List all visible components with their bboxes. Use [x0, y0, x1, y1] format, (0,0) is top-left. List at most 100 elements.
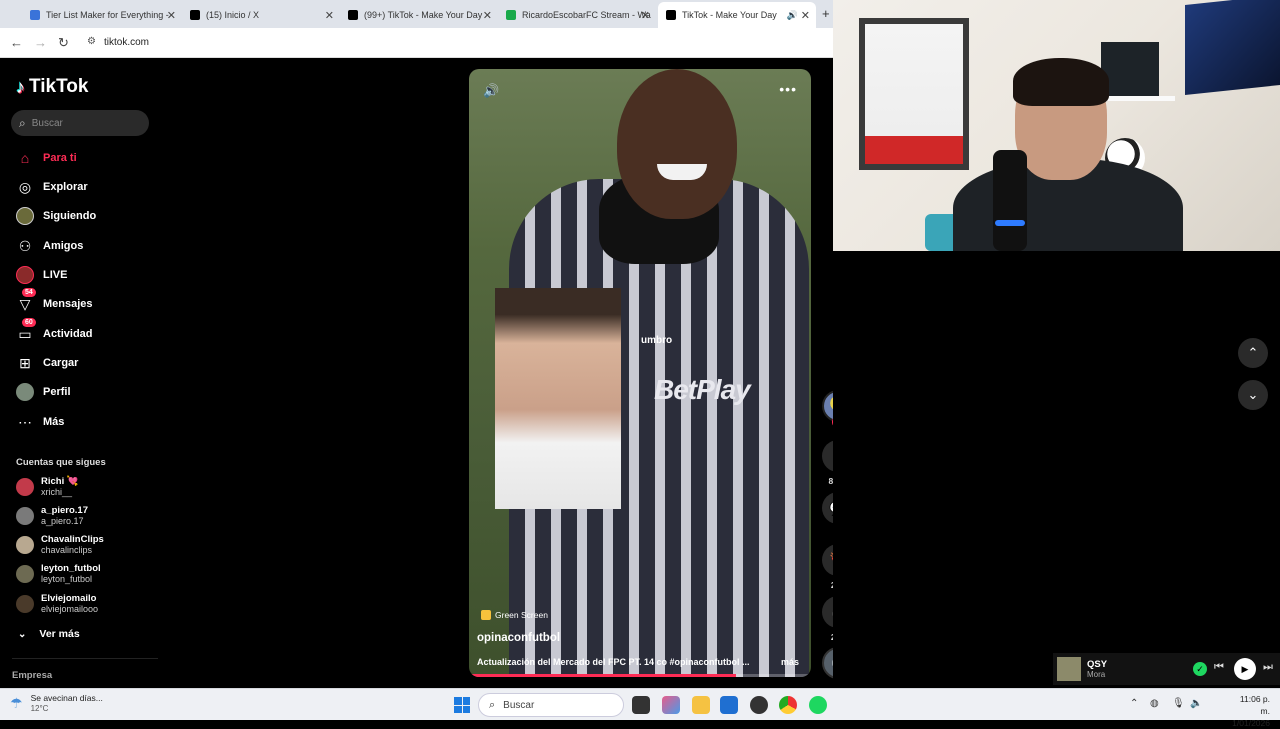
previous-video-button[interactable]: ⌃: [1238, 338, 1268, 368]
nav-amigos[interactable]: ⚇ Amigos: [16, 236, 84, 256]
see-more-button[interactable]: ⌄ Ver más: [18, 628, 80, 640]
copilot-icon[interactable]: [662, 696, 680, 714]
clock-date: 1/01/2026: [1232, 718, 1270, 728]
nav-live[interactable]: LIVE: [16, 265, 67, 285]
address-bar: ← → ↻ ⚙ tiktok.com: [0, 28, 833, 58]
effect-tag[interactable]: Green Screen: [481, 610, 548, 620]
chevron-down-icon: ⌄: [1247, 387, 1259, 402]
taskbar-search-placeholder: Buscar: [503, 699, 535, 711]
browser-tab[interactable]: (15) Inicio / X ✕: [182, 4, 340, 26]
next-video-button[interactable]: ⌄: [1238, 380, 1268, 410]
shirt-brand-text: umbro: [641, 335, 673, 346]
store-icon[interactable]: [720, 696, 738, 714]
forward-icon[interactable]: →: [34, 35, 47, 50]
network-icon[interactable]: ◍: [1150, 698, 1159, 709]
company-link[interactable]: Empresa: [12, 670, 52, 681]
avatar: [16, 507, 34, 525]
following-account[interactable]: leyton_futbol leyton_futbol: [16, 563, 101, 585]
tab-favicon-icon: [30, 10, 40, 20]
reload-icon[interactable]: ↻: [58, 35, 69, 51]
nav-cargar[interactable]: ⊞ Cargar: [16, 353, 78, 373]
tab-title: (15) Inicio / X: [206, 10, 260, 20]
browser-tab[interactable]: RicardoEscobarFC Stream - Wa ✕: [498, 4, 656, 26]
microphone-icon[interactable]: 🎙: [1172, 698, 1185, 709]
nav-actividad[interactable]: ▭ 60 Actividad: [16, 318, 93, 344]
nav-para-ti[interactable]: ⌂ Para ti: [16, 148, 77, 168]
video-author[interactable]: opinaconfutbol: [477, 632, 560, 644]
tray-chevron-icon[interactable]: ⌃: [1130, 698, 1138, 709]
tiktok-logo-icon: ♪: [16, 76, 25, 97]
webcam-overlay: [833, 0, 1280, 251]
following-account[interactable]: ChavalinClips chavalinclips: [16, 534, 104, 556]
back-icon[interactable]: ←: [10, 35, 23, 50]
more-description-button[interactable]: más: [781, 657, 799, 667]
nav-label: Mensajes: [43, 298, 93, 310]
browser-tab[interactable]: (99+) TikTok - Make Your Day ✕: [340, 4, 498, 26]
nav-explorar[interactable]: ◎ Explorar: [16, 177, 88, 197]
video-frame-player-head: [617, 69, 737, 219]
previous-track-icon[interactable]: ⏮: [1214, 661, 1224, 674]
browser-tab[interactable]: Tier List Maker for Everything - ✕: [22, 4, 182, 26]
system-clock[interactable]: 11:06 p. m. 1/01/2026: [1230, 693, 1270, 729]
url-field[interactable]: tiktok.com: [104, 37, 149, 48]
nav-siguiendo[interactable]: Siguiendo: [16, 206, 96, 226]
profile-avatar-icon: [16, 383, 34, 401]
close-tab-icon[interactable]: ✕: [801, 9, 810, 22]
temperature: 12°C: [30, 704, 49, 713]
file-explorer-icon[interactable]: [692, 696, 710, 714]
nav-mensajes[interactable]: ▽ 54 Mensajes: [16, 288, 93, 314]
account-name: leyton_futbol: [41, 563, 101, 574]
liked-check-icon[interactable]: ✓: [1193, 662, 1207, 676]
app-icon[interactable]: [750, 696, 768, 714]
account-name: Richi 💘: [41, 476, 79, 487]
account-name: Elviejomailo: [41, 593, 97, 604]
logo-text: TikTok: [29, 76, 89, 97]
volume-icon[interactable]: 🔊: [483, 83, 499, 99]
effect-label: Green Screen: [495, 610, 548, 620]
task-view-icon[interactable]: [632, 696, 650, 714]
nav-label: Cargar: [43, 357, 79, 369]
compass-icon: ◎: [18, 178, 32, 195]
play-button[interactable]: ▶: [1234, 658, 1256, 680]
close-tab-icon[interactable]: ✕: [483, 9, 492, 22]
sidebar: ♪ TikTok ⌕ Buscar ⌂ Para ti ◎ Explorar S…: [0, 58, 160, 688]
weather-widget[interactable]: ☂ Se avecinan días... 12°C: [10, 693, 103, 714]
volume-icon[interactable]: 🔈: [1190, 698, 1202, 709]
tab-title: TikTok - Make Your Day: [682, 10, 777, 20]
track-title: QSY: [1087, 658, 1108, 670]
following-section-title: Cuentas que sigues: [16, 457, 106, 468]
windows-start-icon[interactable]: [454, 697, 470, 713]
video-progress-fill: [469, 674, 736, 677]
close-tab-icon[interactable]: ✕: [325, 9, 334, 22]
nav-perfil[interactable]: Perfil: [16, 382, 71, 402]
video-description: Actualización del Mercado del FPC PT. 14…: [477, 657, 750, 667]
close-tab-icon[interactable]: ✕: [167, 9, 176, 22]
chrome-icon[interactable]: [779, 696, 797, 714]
close-tab-icon[interactable]: ✕: [641, 9, 650, 22]
effect-icon: [481, 610, 491, 620]
tiktok-logo[interactable]: ♪ TikTok: [16, 76, 88, 98]
activity-icon: ▭ 60: [16, 318, 36, 343]
right-panel: ⌃ ⌄ QSY Mora ✓ ⏮ ▶ ⏭: [833, 0, 1280, 688]
taskbar-search[interactable]: ⌕ Buscar: [478, 693, 624, 717]
video-player[interactable]: umbro BetPlay 🔊 ••• Green Screen opinaco…: [469, 69, 811, 677]
video-progress-bar[interactable]: [469, 674, 811, 677]
more-options-icon[interactable]: •••: [779, 81, 797, 97]
tv-screen: [1185, 0, 1280, 95]
album-art: [1057, 657, 1081, 681]
site-info-icon[interactable]: ⚙: [87, 36, 96, 47]
following-account[interactable]: a_piero.17 a_piero.17: [16, 505, 88, 527]
account-name: ChavalinClips: [41, 534, 104, 545]
search-input[interactable]: ⌕ Buscar: [11, 110, 149, 136]
browser-tab-active[interactable]: TikTok - Make Your Day 🔊 ✕: [658, 2, 816, 28]
nav-mas[interactable]: ⋯ Más: [16, 412, 64, 432]
following-avatar-icon: [16, 207, 34, 225]
next-track-icon[interactable]: ⏭: [1263, 661, 1273, 674]
following-account[interactable]: Richi 💘 xrichi__: [16, 476, 79, 498]
spotify-icon[interactable]: [809, 696, 827, 714]
following-account[interactable]: Elviejomailo elviejomailooo: [16, 593, 98, 615]
tiktok-page: ♪ TikTok ⌕ Buscar ⌂ Para ti ◎ Explorar S…: [0, 58, 854, 688]
new-tab-button[interactable]: +: [822, 6, 830, 21]
track-artist: Mora: [1087, 669, 1106, 679]
speaker-icon[interactable]: 🔊: [787, 10, 798, 21]
